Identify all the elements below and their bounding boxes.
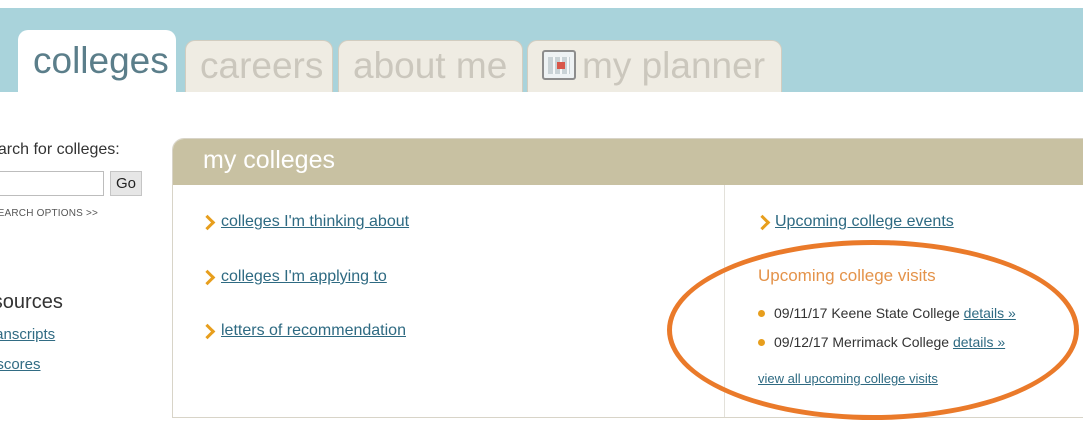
upcoming-college-events-link[interactable]: Upcoming college events: [775, 213, 954, 231]
chevron-right-icon: [754, 214, 771, 231]
chevron-right-icon: [199, 214, 216, 231]
tab-about-me[interactable]: about me: [338, 40, 523, 92]
bullet-icon: [758, 338, 765, 346]
tab-colleges-label: colleges: [33, 40, 169, 81]
top-nav: colleges careers about me my planner: [0, 0, 1083, 92]
letters-of-recommendation-link[interactable]: letters of recommendation: [221, 322, 406, 340]
view-all-visits-link[interactable]: view all upcoming college visits: [758, 371, 938, 386]
visit-text: 09/12/17 Merrimack College: [774, 334, 950, 350]
chevron-right-icon: [199, 269, 216, 286]
college-search-input[interactable]: [0, 171, 104, 196]
visit-item: 09/12/17 Merrimack College details »: [758, 334, 1005, 350]
tab-about-me-label: about me: [353, 45, 508, 86]
thinking-about-link[interactable]: colleges I'm thinking about: [221, 213, 409, 231]
bullet-icon: [758, 309, 765, 317]
tab-colleges[interactable]: colleges: [18, 30, 176, 92]
go-button[interactable]: Go: [110, 171, 142, 196]
search-label: search for colleges:: [0, 141, 120, 158]
upcoming-visits-heading: Upcoming college visits: [758, 266, 936, 285]
column-divider: [724, 185, 725, 417]
tab-my-planner-label: my planner: [582, 45, 766, 86]
transcripts-link[interactable]: transcripts: [0, 326, 80, 343]
visit-details-link[interactable]: details »: [964, 305, 1016, 321]
resources-heading: resources: [0, 291, 63, 313]
chevron-right-icon: [199, 323, 216, 340]
visit-item: 09/11/17 Keene State College details »: [758, 305, 1016, 321]
visit-details-link[interactable]: details »: [953, 334, 1005, 350]
tab-careers[interactable]: careers: [185, 40, 333, 92]
applying-to-link[interactable]: colleges I'm applying to: [221, 268, 387, 286]
tab-careers-label: careers: [200, 45, 324, 86]
visit-text: 09/11/17 Keene State College: [774, 305, 960, 321]
more-search-options-link[interactable]: MORE SEARCH OPTIONS >>: [0, 208, 160, 219]
panel-title: my colleges: [203, 146, 335, 174]
tab-my-planner[interactable]: my planner: [527, 40, 782, 92]
my-colleges-panel: my colleges colleges I'm thinking about …: [172, 138, 1083, 418]
planner-calendar-icon: [542, 50, 576, 81]
test-scores-link[interactable]: test scores: [0, 356, 80, 373]
panel-header: my colleges: [173, 139, 1083, 185]
